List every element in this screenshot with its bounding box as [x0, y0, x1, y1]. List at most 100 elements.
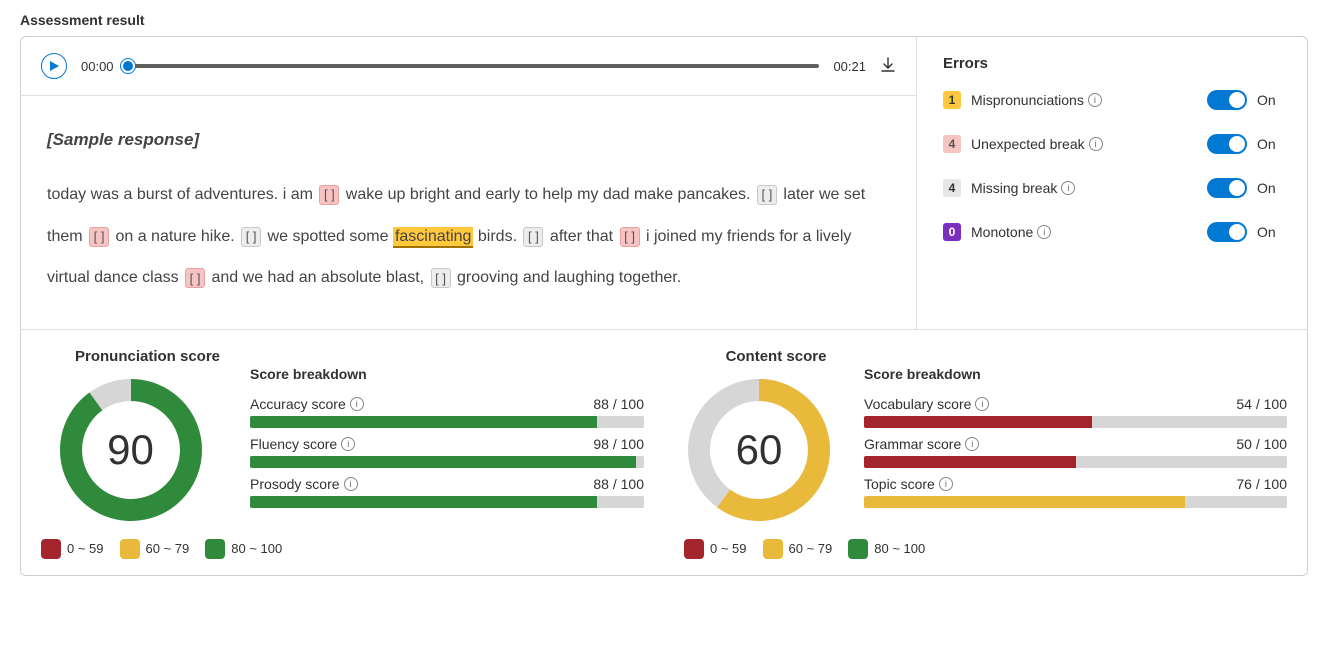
audio-player: 00:00 00:21 — [21, 37, 916, 96]
metric-name: Vocabulary score i — [864, 396, 989, 412]
legend-swatch-high — [205, 539, 225, 559]
info-icon[interactable]: i — [341, 437, 355, 451]
metric-value: 54 / 100 — [1236, 396, 1287, 412]
error-row: 4 Unexpected break i On — [943, 134, 1281, 154]
error-label: Mispronunciations i — [971, 92, 1197, 108]
breakdown-title: Score breakdown — [250, 366, 644, 382]
download-button[interactable] — [880, 57, 896, 76]
toggle-state: On — [1257, 136, 1281, 152]
pronunciation-donut: 90 — [56, 375, 206, 525]
metric-name: Grammar score i — [864, 436, 979, 452]
unexpected-break-icon[interactable]: [ ] — [185, 268, 205, 288]
pronunciation-block: Pronunciation score 90 Score breakdown A… — [41, 348, 644, 559]
metric-bar — [250, 496, 644, 508]
score-legend: 0 ~ 59 60 ~ 79 80 ~ 100 — [684, 539, 1287, 559]
error-count: 0 — [943, 223, 961, 241]
error-row: 1Mispronunciations iOn — [943, 90, 1281, 110]
info-icon[interactable]: i — [975, 397, 989, 411]
error-label: Monotone i — [971, 224, 1197, 240]
metric-name: Accuracy score i — [250, 396, 364, 412]
info-icon[interactable]: i — [965, 437, 979, 451]
error-toggle[interactable] — [1207, 90, 1247, 110]
errors-panel: Errors 1 Mispronunciations i On 4 Unexpected… — [917, 37, 1307, 329]
info-icon[interactable]: i — [1089, 137, 1103, 151]
content-breakdown: Score breakdown Vocabulary score i 54 / 1… — [864, 348, 1287, 525]
legend-swatch-low — [41, 539, 61, 559]
content-value: 60 — [684, 375, 834, 525]
missing-break-icon[interactable]: [ ] — [241, 227, 261, 247]
info-icon[interactable]: i — [350, 397, 364, 411]
assessment-panel: 00:00 00:21 [Sample response] today was … — [20, 36, 1308, 576]
info-icon[interactable]: i — [939, 477, 953, 491]
scores-row: Pronunciation score 90 Score breakdown A… — [21, 329, 1307, 575]
unexpected-break-icon[interactable]: [ ] — [319, 185, 339, 205]
metric-bar — [864, 456, 1287, 468]
content-title: Content score — [726, 348, 827, 365]
content-donut: 60 — [684, 375, 834, 525]
play-button[interactable] — [41, 53, 67, 79]
missing-break-icon[interactable]: [ ] — [431, 268, 451, 288]
metric-row: Vocabulary score i 54 / 100 — [864, 396, 1287, 428]
error-label: Missing break i — [971, 180, 1197, 196]
pronunciation-title: Pronunciation score — [75, 348, 220, 365]
seek-slider[interactable] — [128, 64, 820, 68]
legend-swatch-high — [848, 539, 868, 559]
legend-low: 0 ~ 59 — [67, 541, 104, 556]
metric-name: Topic score i — [864, 476, 953, 492]
unexpected-break-icon[interactable]: [ ] — [620, 227, 640, 247]
seek-thumb[interactable] — [121, 59, 135, 73]
error-toggle[interactable] — [1207, 222, 1247, 242]
legend-mid: 60 ~ 79 — [146, 541, 190, 556]
errors-title: Errors — [943, 55, 1281, 72]
metric-fill — [250, 456, 636, 468]
legend-mid: 60 ~ 79 — [789, 541, 833, 556]
page-title: Assessment result — [20, 12, 1308, 28]
toggle-state: On — [1257, 224, 1281, 240]
score-legend: 0 ~ 59 60 ~ 79 80 ~ 100 — [41, 539, 644, 559]
error-label: Unexpected break i — [971, 136, 1197, 152]
toggle-state: On — [1257, 180, 1281, 196]
metric-row: Grammar score i50 / 100 — [864, 436, 1287, 468]
error-row: 4Missing break iOn — [943, 178, 1281, 198]
metric-bar — [250, 416, 644, 428]
info-icon[interactable]: i — [1088, 93, 1102, 107]
info-icon[interactable]: i — [344, 477, 358, 491]
metric-fill — [864, 416, 1092, 428]
mispronunciation-word[interactable]: fascinating — [393, 227, 474, 248]
error-row: 0 Monotone i On — [943, 222, 1281, 242]
error-count: 1 — [943, 91, 961, 109]
play-icon — [49, 60, 60, 72]
metric-value: 88 / 100 — [593, 396, 644, 412]
breakdown-title: Score breakdown — [864, 366, 1287, 382]
transcript: [Sample response] today was a burst of a… — [21, 96, 916, 329]
metric-name: Fluency score i — [250, 436, 355, 452]
metric-row: Prosody score i88 / 100 — [250, 476, 644, 508]
metric-fill — [864, 496, 1185, 508]
info-icon[interactable]: i — [1061, 181, 1075, 195]
download-icon — [880, 57, 896, 73]
metric-fill — [250, 416, 597, 428]
error-toggle[interactable] — [1207, 178, 1247, 198]
legend-low: 0 ~ 59 — [710, 541, 747, 556]
legend-swatch-mid — [763, 539, 783, 559]
metric-value: 76 / 100 — [1236, 476, 1287, 492]
missing-break-icon[interactable]: [ ] — [757, 185, 777, 205]
metric-fill — [864, 456, 1076, 468]
metric-row: Topic score i 76 / 100 — [864, 476, 1287, 508]
error-toggle[interactable] — [1207, 134, 1247, 154]
metric-row: Fluency score i 98 / 100 — [250, 436, 644, 468]
unexpected-break-icon[interactable]: [ ] — [89, 227, 109, 247]
metric-bar — [864, 496, 1287, 508]
metric-value: 88 / 100 — [593, 476, 644, 492]
time-current: 00:00 — [81, 59, 114, 74]
legend-swatch-low — [684, 539, 704, 559]
sample-response-label: [Sample response] — [47, 118, 890, 162]
info-icon[interactable]: i — [1037, 225, 1051, 239]
error-count: 4 — [943, 135, 961, 153]
missing-break-icon[interactable]: [ ] — [523, 227, 543, 247]
metric-bar — [864, 416, 1287, 428]
metric-bar — [250, 456, 644, 468]
metric-value: 98 / 100 — [593, 436, 644, 452]
legend-high: 80 ~ 100 — [874, 541, 925, 556]
content-block: Content score 60 Score breakdown Vocabul… — [684, 348, 1287, 559]
